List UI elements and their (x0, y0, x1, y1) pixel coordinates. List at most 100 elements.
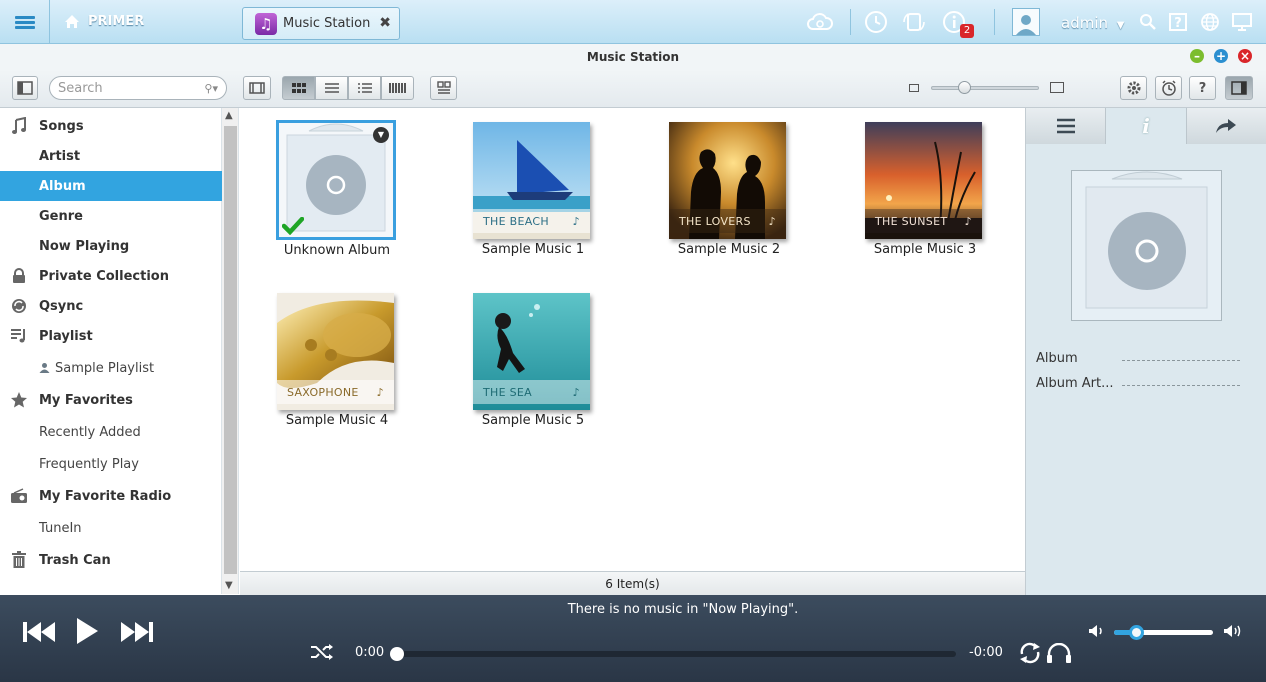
cover-band: THE BEACH ♪ (473, 209, 590, 233)
toggle-sidebar-button[interactable] (12, 76, 38, 100)
album-title: Sample Music 4 (285, 413, 389, 428)
view-list-button[interactable] (315, 76, 348, 100)
sidebar-item-trash-can[interactable]: Trash Can (0, 545, 222, 575)
large-size-icon[interactable] (1050, 82, 1064, 93)
top-bar: PRIMER ♫ Music Station ✖ 2 admin ▼ ? (0, 0, 1266, 44)
thumbnail-size-slider[interactable] (931, 81, 1039, 94)
previous-button[interactable] (20, 619, 58, 645)
repeat-icon (1020, 642, 1040, 664)
toggle-info-panel-button[interactable] (1225, 76, 1253, 100)
sidebar-item-label: Recently Added (39, 424, 141, 440)
close-window-button[interactable]: × (1238, 49, 1252, 63)
tab-info[interactable]: i (1106, 108, 1187, 144)
question-icon: ? (1198, 80, 1207, 96)
notification-icon[interactable]: 2 (940, 8, 974, 38)
app-tab-music-station[interactable]: ♫ Music Station ✖ (242, 7, 400, 40)
sidebar-item-tunein[interactable]: TuneIn (0, 513, 222, 543)
play-button[interactable] (72, 615, 102, 647)
sidebar-item-genre[interactable]: Genre (0, 201, 222, 231)
search-box[interactable]: ⚲▾ (49, 76, 227, 100)
cover-caption: SAXOPHONE (287, 385, 359, 399)
help-button[interactable]: ? (1189, 76, 1216, 100)
volume-handle[interactable] (1128, 625, 1144, 640)
scroll-up-icon[interactable]: ▲ (225, 110, 233, 121)
album-grid: ▼ Unknown Album THE BEACH ♪ Sample Music … (240, 108, 1025, 571)
search-input[interactable] (58, 80, 198, 96)
slider-handle[interactable] (958, 81, 971, 94)
home-icon (65, 15, 79, 28)
scroll-down-icon[interactable]: ▼ (225, 580, 233, 591)
mute-button[interactable] (1087, 623, 1105, 639)
volume-low-icon (1089, 625, 1102, 637)
sidebar: Songs Artist Album Genre Now Playing Pri… (0, 108, 222, 594)
sidebar-item-songs[interactable]: Songs (0, 111, 222, 141)
cloud-icon[interactable] (806, 8, 834, 36)
shuffle-button[interactable] (309, 641, 335, 663)
settings-button[interactable] (1120, 76, 1147, 100)
view-grid-button[interactable] (282, 76, 315, 100)
progress-bar[interactable] (390, 647, 956, 661)
sidebar-item-sample-playlist[interactable]: Sample Playlist (0, 353, 222, 383)
progress-handle[interactable] (390, 647, 404, 661)
sidebar-item-frequently-play[interactable]: Frequently Play (0, 449, 222, 479)
background-task-icon[interactable] (862, 8, 890, 36)
sidebar-item-private-collection[interactable]: Private Collection (0, 261, 222, 291)
album-cover[interactable]: THE SUNSET ♪ (865, 122, 982, 239)
view-filmstrip-button[interactable] (243, 76, 271, 100)
volume-slider[interactable] (1114, 625, 1213, 640)
now-playing-message: There is no music in "Now Playing". (567, 602, 799, 617)
coverflow-icon (388, 83, 406, 93)
sidebar-item-now-playing[interactable]: Now Playing (0, 231, 222, 261)
close-tab-icon[interactable]: ✖ (379, 15, 391, 31)
sidebar-item-recently-added[interactable]: Recently Added (0, 417, 222, 447)
music-note-icon: ♪ (572, 214, 580, 228)
tab-share[interactable] (1186, 108, 1266, 144)
maximize-button[interactable]: + (1214, 49, 1228, 63)
max-volume-button[interactable] (1222, 622, 1244, 640)
alarm-button[interactable] (1155, 76, 1182, 100)
tab-list[interactable] (1026, 108, 1107, 144)
album-menu-button[interactable]: ▼ (373, 127, 389, 143)
sidebar-item-playlist[interactable]: Playlist (0, 321, 222, 351)
view-detail-button[interactable] (348, 76, 381, 100)
audio-output-button[interactable] (1045, 641, 1073, 665)
desktop-icon[interactable] (1228, 8, 1256, 36)
help-icon[interactable]: ? (1164, 8, 1192, 36)
next-button[interactable] (118, 619, 156, 645)
avatar[interactable] (1012, 8, 1040, 36)
album-cover[interactable]: THE LOVERS ♪ (669, 122, 786, 239)
minimize-button[interactable]: – (1190, 49, 1204, 63)
music-station-icon: ♫ (255, 12, 277, 35)
person-icon (39, 362, 50, 377)
cover-band: SAXOPHONE ♪ (277, 380, 394, 404)
sidebar-item-artist[interactable]: Artist (0, 141, 222, 171)
view-mode-button[interactable] (430, 76, 457, 100)
sidebar-scrollbar[interactable]: ▲ ▼ (222, 108, 239, 594)
sidebar-item-my-favorite-radio[interactable]: My Favorite Radio (0, 481, 222, 511)
player-bar: There is no music in "Now Playing". 0:00… (0, 595, 1266, 682)
sidebar-item-label: Album (39, 178, 86, 194)
sidebar-item-label: Sample Playlist (55, 360, 155, 376)
remaining-time: -0:00 (969, 645, 1003, 660)
home-button[interactable]: PRIMER (64, 14, 144, 29)
repeat-button[interactable] (1017, 641, 1043, 665)
scrollbar-thumb[interactable] (224, 126, 237, 574)
sidebar-item-qsync[interactable]: Qsync (0, 291, 222, 321)
search-options-icon[interactable]: ⚲▾ (204, 82, 218, 95)
small-size-icon[interactable] (909, 84, 919, 92)
sidebar-item-label: Frequently Play (39, 456, 139, 472)
sidebar-item-album[interactable]: Album (0, 171, 222, 201)
album-cover[interactable]: THE SEA ♪ (473, 293, 590, 410)
globe-icon[interactable] (1196, 8, 1224, 36)
search-icon[interactable] (1134, 8, 1162, 36)
album-cover[interactable]: SAXOPHONE ♪ (277, 293, 394, 410)
user-menu[interactable]: admin ▼ (1061, 14, 1124, 32)
toolbar: ⚲▾ ? (0, 70, 1266, 108)
external-device-icon[interactable] (900, 8, 928, 36)
album-cover[interactable]: ▼ (276, 120, 396, 240)
sidebar-item-my-favorites[interactable]: My Favorites (0, 385, 222, 415)
sidebar-item-label: Songs (39, 118, 84, 134)
view-coverflow-button[interactable] (381, 76, 414, 100)
main-menu-button[interactable] (0, 0, 50, 44)
album-cover[interactable]: THE BEACH ♪ (473, 122, 590, 239)
